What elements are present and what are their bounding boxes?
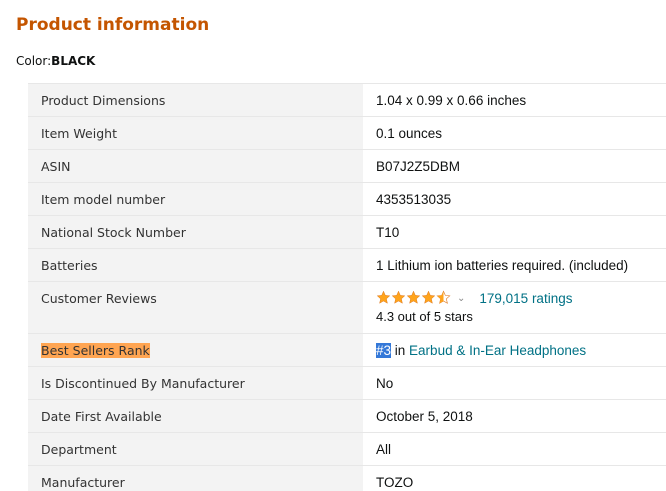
row-label: Item Weight (28, 117, 363, 149)
table-row: Batteries 1 Lithium ion batteries requir… (28, 249, 666, 282)
table-row: Department All (28, 433, 666, 466)
row-label: Manufacturer (28, 466, 363, 491)
star-full-icon (406, 290, 421, 304)
row-label: Customer Reviews (28, 282, 363, 333)
rank-number[interactable]: #3 (376, 343, 392, 358)
row-label: ASIN (28, 150, 363, 182)
reviews-line: ⌄ 179,015 ratings (376, 290, 666, 306)
row-value: October 5, 2018 (376, 409, 473, 424)
row-value: 1.04 x 0.99 x 0.66 inches (376, 93, 527, 108)
color-line: Color:BLACK (16, 54, 95, 68)
row-value: 1 Lithium ion batteries required. (inclu… (376, 258, 629, 273)
chevron-down-icon[interactable]: ⌄ (457, 293, 465, 304)
section-title: Product information (16, 15, 210, 35)
row-value: All (376, 442, 392, 457)
row-value: 4353513035 (376, 192, 452, 207)
color-value: BLACK (51, 54, 96, 68)
rank-in-text: in (391, 343, 410, 358)
row-value: 0.1 ounces (376, 126, 443, 141)
color-label: Color: (16, 54, 52, 68)
row-label: Product Dimensions (28, 84, 363, 116)
row-label: Date First Available (28, 400, 363, 432)
row-label: Best Sellers Rank (28, 334, 363, 366)
table-row: Item Weight 0.1 ounces (28, 117, 666, 150)
row-label: National Stock Number (28, 216, 363, 248)
table-row: ASIN B07J2Z5DBM (28, 150, 666, 183)
product-info-table: Product Dimensions 1.04 x 0.99 x 0.66 in… (28, 83, 666, 491)
table-row: Date First Available October 5, 2018 (28, 400, 666, 433)
table-row: Is Discontinued By Manufacturer No (28, 367, 666, 400)
row-label: Batteries (28, 249, 363, 281)
ratings-count-link[interactable]: 179,015 ratings (479, 291, 572, 306)
row-value: TOZO (376, 475, 414, 490)
star-full-icon (376, 290, 391, 304)
best-sellers-rank-label: Best Sellers Rank (41, 343, 150, 358)
row-label: Department (28, 433, 363, 465)
rank-category-link[interactable]: Earbud & In-Ear Headphones (409, 343, 586, 358)
table-row: Item model number 4353513035 (28, 183, 666, 216)
row-value: B07J2Z5DBM (376, 159, 461, 174)
row-label: Is Discontinued By Manufacturer (28, 367, 363, 399)
star-half-icon (436, 290, 451, 304)
row-value: No (376, 376, 394, 391)
star-full-icon (421, 290, 436, 304)
row-label: Item model number (28, 183, 363, 215)
table-row: Manufacturer TOZO (28, 466, 666, 491)
best-sellers-rank-cell: #3 in Earbud & In-Ear Headphones (363, 334, 666, 366)
table-row-customer-reviews: Customer Reviews ⌄ 179,015 ratings 4.3 ou… (28, 282, 666, 334)
customer-reviews-cell: ⌄ 179,015 ratings 4.3 out of 5 stars (363, 282, 666, 333)
table-row-best-sellers-rank: Best Sellers Rank #3 in Earbud & In-Ear … (28, 334, 666, 367)
star-rating[interactable] (376, 290, 451, 305)
table-row: Product Dimensions 1.04 x 0.99 x 0.66 in… (28, 84, 666, 117)
rating-text: 4.3 out of 5 stars (376, 309, 473, 324)
table-row: National Stock Number T10 (28, 216, 666, 249)
star-full-icon (391, 290, 406, 304)
row-value: T10 (376, 225, 400, 240)
